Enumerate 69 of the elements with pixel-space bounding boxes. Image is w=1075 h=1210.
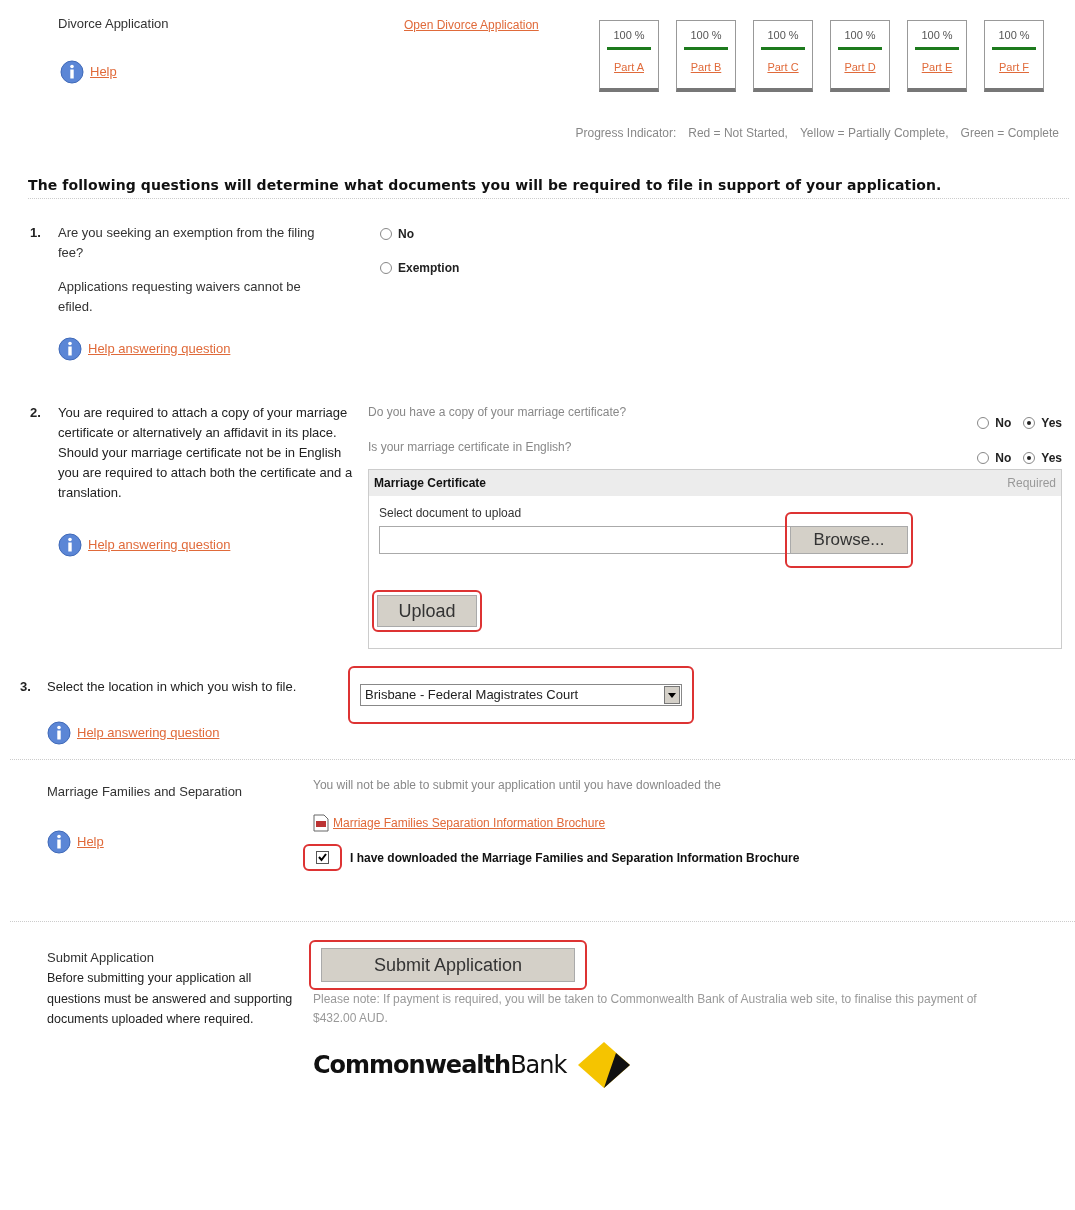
- part-link[interactable]: Part A: [614, 58, 644, 75]
- radio-label: No: [398, 226, 414, 243]
- info-icon: [47, 829, 71, 854]
- radio-label: Yes: [1041, 450, 1062, 467]
- question-text: Select the location in which you wish to file.: [47, 678, 298, 696]
- radio-button[interactable]: [1023, 452, 1036, 464]
- legend-text: Red = Not Started,: [688, 125, 788, 142]
- upload-label: Select document to upload: [379, 505, 523, 522]
- radio-label: Yes: [1041, 415, 1062, 432]
- question-number: 3.: [20, 678, 32, 696]
- question-number: 1.: [30, 224, 42, 242]
- file-path-field[interactable]: [379, 526, 791, 554]
- info-icon: [58, 337, 82, 361]
- help-link[interactable]: Help: [90, 61, 117, 82]
- part-link[interactable]: Part E: [921, 58, 953, 75]
- intro-text: The following questions will determine what documents you will be required to file in support of your application.: [28, 176, 943, 195]
- part-link[interactable]: Part B: [690, 58, 722, 75]
- page-title: Divorce Application: [58, 15, 170, 33]
- legend-text: Yellow = Partially Complete,: [799, 125, 949, 142]
- help-link[interactable]: Help answering question: [88, 535, 231, 555]
- subquestion-text: Do you have a copy of your marriage certificate?: [368, 404, 627, 421]
- info-icon: [58, 533, 82, 557]
- legend-text: Progress Indicator:: [575, 125, 677, 142]
- part-link[interactable]: Part C: [767, 58, 799, 75]
- info-icon: [60, 59, 84, 84]
- section-title: Marriage Families and Separation: [47, 783, 244, 801]
- upload-button[interactable]: Upload: [377, 595, 477, 627]
- progress-percent: 100 %: [921, 28, 953, 43]
- confirm-checkbox[interactable]: [316, 851, 329, 864]
- payment-note: Please note: If payment is required, you will be taken to Commonwealth Bank of Australia web site, to finalise this payment of $432.00 AUD.: [313, 991, 978, 1027]
- legend-text: Green = Complete: [960, 125, 1059, 142]
- brochure-link[interactable]: Marriage Families Separation Information Brochure: [333, 814, 606, 832]
- section-title: Submit Application: [47, 949, 155, 967]
- help-link[interactable]: Help answering question: [88, 339, 231, 359]
- panel-title: Marriage Certificate: [374, 475, 487, 492]
- bank-logo-text: CommonwealthBank: [313, 1050, 567, 1081]
- help-link[interactable]: Help answering question: [77, 723, 220, 743]
- question-text: You are required to attach a copy of your marriage certificate or alternatively an affidavit in its place. Should your marriage certificate not be in English you are required to attach both the certificate and a translation.: [58, 404, 354, 502]
- part-link[interactable]: Part D: [844, 58, 876, 75]
- radio-button[interactable]: [380, 228, 392, 240]
- document-icon: [313, 814, 329, 832]
- radio-button[interactable]: [1023, 417, 1036, 429]
- caret-icon: [668, 692, 676, 698]
- confirm-label: I have downloaded the Marriage Families and Separation Information Brochure: [350, 849, 800, 867]
- radio-button[interactable]: [977, 452, 990, 464]
- radio-label: No: [995, 450, 1012, 467]
- question-note: Applications requesting waivers cannot be efiled.: [58, 278, 302, 316]
- radio-label: Exemption: [398, 260, 460, 277]
- question-text: Are you seeking an exemption from the filing fee?: [58, 224, 316, 262]
- question-number: 2.: [30, 404, 42, 422]
- progress-percent: 100 %: [998, 28, 1030, 43]
- radio-label: No: [995, 415, 1012, 432]
- progress-percent: 100 %: [613, 28, 645, 43]
- progress-percent: 100 %: [690, 28, 722, 43]
- section-description: Before submitting your application all questions must be answered and supporting documents uploaded where required.: [47, 970, 294, 1028]
- browse-button[interactable]: Browse...: [790, 526, 908, 554]
- progress-percent: 100 %: [844, 28, 876, 43]
- subquestion-text: Is your marriage certificate in English?: [368, 439, 572, 456]
- open-application-link[interactable]: Open Divorce Application: [404, 16, 599, 92]
- part-link[interactable]: Part F: [999, 58, 1029, 75]
- radio-button[interactable]: [380, 262, 392, 274]
- help-link[interactable]: Help: [77, 831, 104, 852]
- radio-button[interactable]: [977, 417, 990, 429]
- required-label: Required: [1007, 475, 1056, 492]
- notice-text: You will not be able to submit your application until you have downloaded the: [313, 777, 722, 794]
- progress-percent: 100 %: [767, 28, 799, 43]
- info-icon: [47, 721, 71, 745]
- location-select[interactable]: Brisbane - Federal Magistrates Court: [360, 684, 682, 706]
- submit-button[interactable]: Submit Application: [321, 948, 575, 982]
